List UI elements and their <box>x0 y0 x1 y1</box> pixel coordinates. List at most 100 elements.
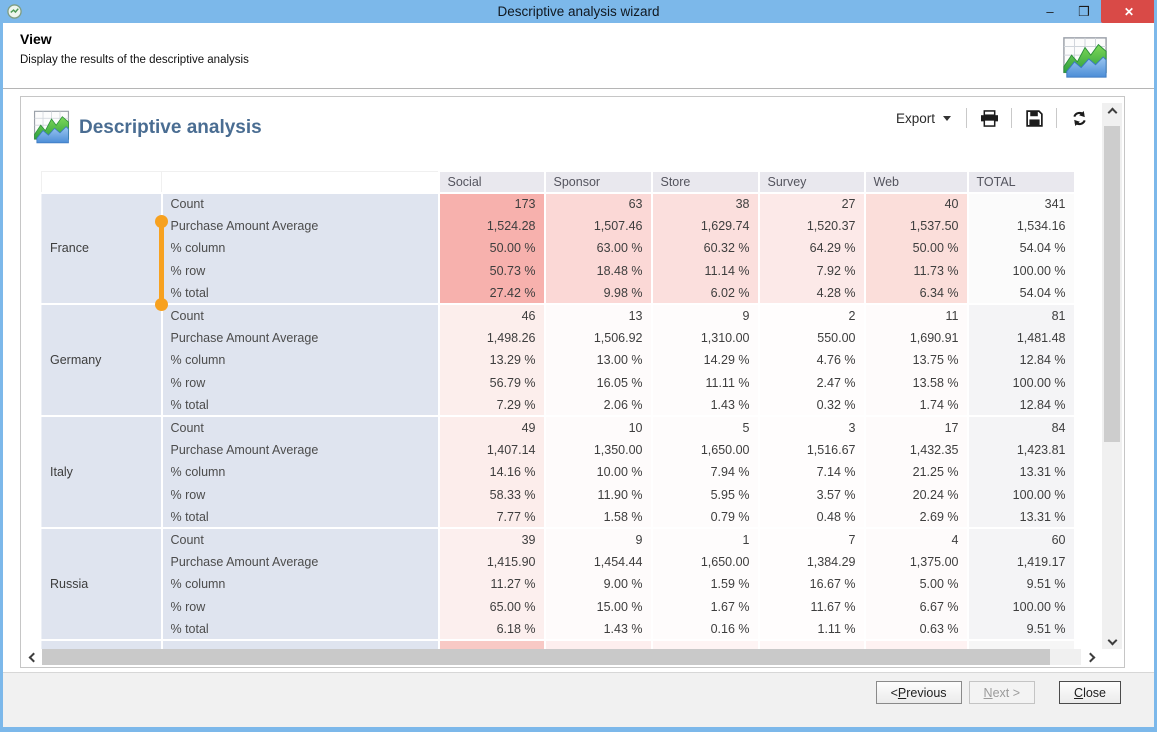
metric-label: Purchase Amount Average <box>160 214 439 238</box>
print-button[interactable] <box>978 107 1000 129</box>
close-window-button[interactable]: ✕ <box>1101 0 1157 23</box>
metric-label: % column <box>160 237 439 260</box>
next-label-rest: ext > <box>992 685 1021 700</box>
table-row: % total 6.18 % 1.43 % 0.16 % 1.11 % 0.63 % 9.5… <box>42 617 1074 641</box>
value-cell: 9 <box>543 527 652 551</box>
value-cell: 13.58 % <box>863 371 968 395</box>
refresh-icon <box>1072 110 1086 126</box>
value-cell: 1.43 % <box>543 617 652 641</box>
value-cell: 5.00 % <box>863 573 968 596</box>
value-cell: 7.29 % <box>437 394 545 417</box>
horizontal-scroll-thumb[interactable] <box>42 649 1050 665</box>
vertical-scroll-track[interactable] <box>1102 121 1122 631</box>
column-header[interactable]: Store <box>650 171 759 193</box>
scroll-down-button[interactable] <box>1102 631 1122 649</box>
next-label-key: N <box>983 685 993 700</box>
value-cell: 58.33 % <box>437 483 545 506</box>
value-cell: 550.00 <box>757 326 865 350</box>
value-cell: 27 <box>757 191 865 215</box>
value-cell: 1,432.35 <box>863 438 968 462</box>
chevron-down-icon <box>1107 635 1117 645</box>
scroll-right-button[interactable] <box>1081 648 1099 666</box>
table-row: % total 7.77 % 1.58 % 0.79 % 0.48 % 2.69 % 13.… <box>42 505 1074 529</box>
metric-label: % row <box>160 595 439 618</box>
vertical-scroll-thumb[interactable] <box>1104 126 1120 443</box>
table-row: Purchase Amount Average 1,415.90 1,454.44 1… <box>42 550 1074 574</box>
scroll-left-button[interactable] <box>24 648 42 666</box>
metric-label: Count <box>160 527 439 551</box>
value-cell: 16.67 % <box>757 573 865 596</box>
chevron-right-icon <box>1085 652 1095 662</box>
value-cell: 5 <box>650 415 759 439</box>
value-cell: 100.00 % <box>966 595 1074 618</box>
chart-table-icon <box>33 109 70 146</box>
value-cell: 56.79 % <box>437 371 545 395</box>
value-cell: 1,419.17 <box>966 550 1074 574</box>
value-cell: 63.00 % <box>543 237 652 260</box>
value-cell: 7.77 % <box>437 505 545 529</box>
row-range-marker[interactable] <box>155 215 168 311</box>
value-cell: 46 <box>437 303 545 327</box>
horizontal-scrollbar[interactable] <box>24 648 1099 666</box>
metric-label: Count <box>160 303 439 327</box>
row-range-marker-line <box>159 220 164 306</box>
scroll-up-button[interactable] <box>1102 103 1122 121</box>
value-cell: 39 <box>437 527 545 551</box>
metric-label: Purchase Amount Average <box>160 438 439 462</box>
value-cell: 6.67 % <box>863 595 968 618</box>
vertical-scrollbar[interactable] <box>1102 103 1122 649</box>
save-button[interactable] <box>1023 107 1045 129</box>
table-row: Purchase Amount Average 1,407.14 1,350.00 1… <box>42 438 1074 462</box>
table-row: Purchase Amount Average 1,498.26 1,506.92 1… <box>42 326 1074 350</box>
close-button[interactable]: Close <box>1059 681 1121 704</box>
value-cell: 2.06 % <box>543 394 652 417</box>
value-cell: 5.95 % <box>650 483 759 506</box>
value-cell: 0.63 % <box>863 617 968 641</box>
value-cell: 13.31 % <box>966 461 1074 484</box>
value-cell: 64.29 % <box>757 237 865 260</box>
horizontal-scroll-track[interactable] <box>42 649 1081 665</box>
value-cell: 2.47 % <box>757 371 865 395</box>
value-cell: 6.02 % <box>650 282 759 305</box>
close-label-rest: lose <box>1083 685 1106 700</box>
toolbar-separator <box>1011 108 1012 128</box>
maximize-button[interactable]: ❒ <box>1067 0 1101 23</box>
metric-label: % column <box>160 461 439 484</box>
chart-table-icon <box>1062 35 1108 81</box>
toolbar: Export <box>892 105 1090 131</box>
value-cell: 1,650.00 <box>650 438 759 462</box>
value-cell: 9.00 % <box>543 573 652 596</box>
value-cell: 15.00 % <box>543 595 652 618</box>
export-button[interactable]: Export <box>892 109 955 128</box>
value-cell: 60 <box>966 527 1074 551</box>
value-cell: 13.31 % <box>966 505 1074 529</box>
value-cell: 1,524.28 <box>437 214 545 238</box>
value-cell: 81 <box>966 303 1074 327</box>
value-cell: 100.00 % <box>966 483 1074 506</box>
value-cell: 1,516.67 <box>757 438 865 462</box>
column-header[interactable]: Sponsor <box>543 171 652 193</box>
value-cell: 1,423.81 <box>966 438 1074 462</box>
table-row: % row 56.79 % 16.05 % 11.11 % 2.47 % 13.58 % 1… <box>42 371 1074 395</box>
value-cell: 54.04 % <box>966 282 1074 305</box>
corner-header-metric <box>161 171 439 193</box>
column-header[interactable]: Survey <box>757 171 865 193</box>
table-row: Germany Count 46 13 9 2 11 81 <box>41 303 1074 417</box>
table-row: % column 11.27 % 9.00 % 1.59 % 16.67 % 5.00 %… <box>42 573 1074 596</box>
refresh-button[interactable] <box>1068 107 1090 129</box>
minimize-button[interactable]: – <box>1033 0 1067 23</box>
panel-title: Descriptive analysis <box>79 117 262 138</box>
table-body: France Count 173 63 38 27 40 341 Purchase Amount… <box>41 191 1074 649</box>
column-header[interactable]: TOTAL <box>966 171 1074 193</box>
value-cell: 1 <box>650 527 759 551</box>
value-cell: 1,375.00 <box>863 550 968 574</box>
country-label: Russia <box>41 527 162 641</box>
country-label: Italy <box>41 415 162 529</box>
column-header[interactable]: Web <box>863 171 968 193</box>
table-row: % column 13.29 % 13.00 % 14.29 % 4.76 % 13.75… <box>42 349 1074 372</box>
value-cell: 1,534.16 <box>966 214 1074 238</box>
step-subtitle: Display the results of the descriptive a… <box>20 54 249 66</box>
previous-button[interactable]: < Previous <box>875 681 962 704</box>
next-button[interactable]: Next > <box>968 681 1036 704</box>
column-header[interactable]: Social <box>437 171 545 193</box>
